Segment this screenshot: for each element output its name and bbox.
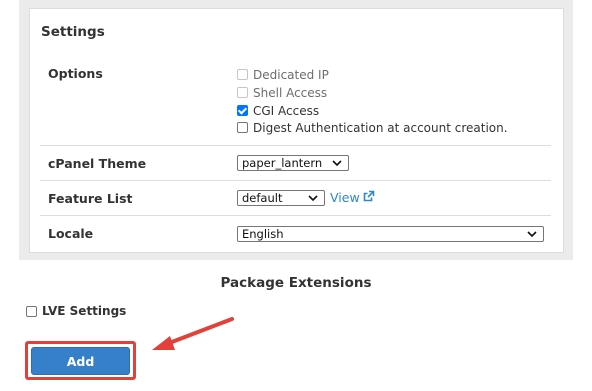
feature-list-label: Feature List bbox=[48, 191, 133, 206]
shell-access-checkbox[interactable] bbox=[237, 87, 248, 98]
feature-list-value: default bbox=[242, 191, 283, 205]
row-divider bbox=[40, 180, 551, 181]
row-divider bbox=[40, 215, 551, 216]
chevron-down-icon bbox=[306, 191, 320, 205]
cpanel-theme-select[interactable]: paper_lantern bbox=[237, 155, 349, 171]
options-label: Options bbox=[48, 66, 103, 81]
dedicated-ip-label: Dedicated IP bbox=[253, 67, 329, 82]
option-digest-auth[interactable]: Digest Authentication at account creatio… bbox=[237, 120, 508, 135]
add-button[interactable]: Add bbox=[31, 347, 130, 375]
locale-label: Locale bbox=[48, 226, 94, 241]
view-link-label: View bbox=[330, 190, 360, 205]
lve-settings-checkbox[interactable] bbox=[26, 305, 37, 317]
cpanel-theme-label: cPanel Theme bbox=[48, 156, 147, 171]
package-extensions-title: Package Extensions bbox=[220, 275, 372, 291]
chevron-down-icon bbox=[525, 227, 539, 241]
lve-settings-label: LVE Settings bbox=[42, 304, 127, 318]
locale-select[interactable]: English bbox=[237, 226, 544, 242]
external-link-icon bbox=[363, 190, 375, 205]
lve-settings-toggle[interactable]: LVE Settings bbox=[26, 304, 126, 318]
cgi-access-checkbox[interactable] bbox=[237, 105, 248, 116]
settings-title: Settings bbox=[41, 24, 105, 40]
annotation-arrow-icon bbox=[152, 317, 234, 350]
row-divider bbox=[40, 145, 551, 146]
dedicated-ip-checkbox[interactable] bbox=[237, 69, 248, 80]
feature-list-select[interactable]: default bbox=[237, 190, 325, 206]
view-feature-list-link[interactable]: View bbox=[330, 190, 375, 205]
locale-value: English bbox=[242, 227, 284, 241]
option-dedicated-ip[interactable]: Dedicated IP bbox=[237, 67, 329, 82]
shell-access-label: Shell Access bbox=[253, 85, 328, 100]
option-cgi-access[interactable]: CGI Access bbox=[237, 103, 319, 118]
cgi-access-label: CGI Access bbox=[253, 103, 320, 118]
digest-auth-checkbox[interactable] bbox=[237, 122, 248, 133]
option-shell-access[interactable]: Shell Access bbox=[237, 85, 327, 100]
cpanel-theme-value: paper_lantern bbox=[242, 156, 323, 170]
digest-auth-label: Digest Authentication at account creatio… bbox=[253, 120, 508, 135]
chevron-down-icon bbox=[330, 156, 344, 170]
add-button-label: Add bbox=[66, 353, 95, 369]
